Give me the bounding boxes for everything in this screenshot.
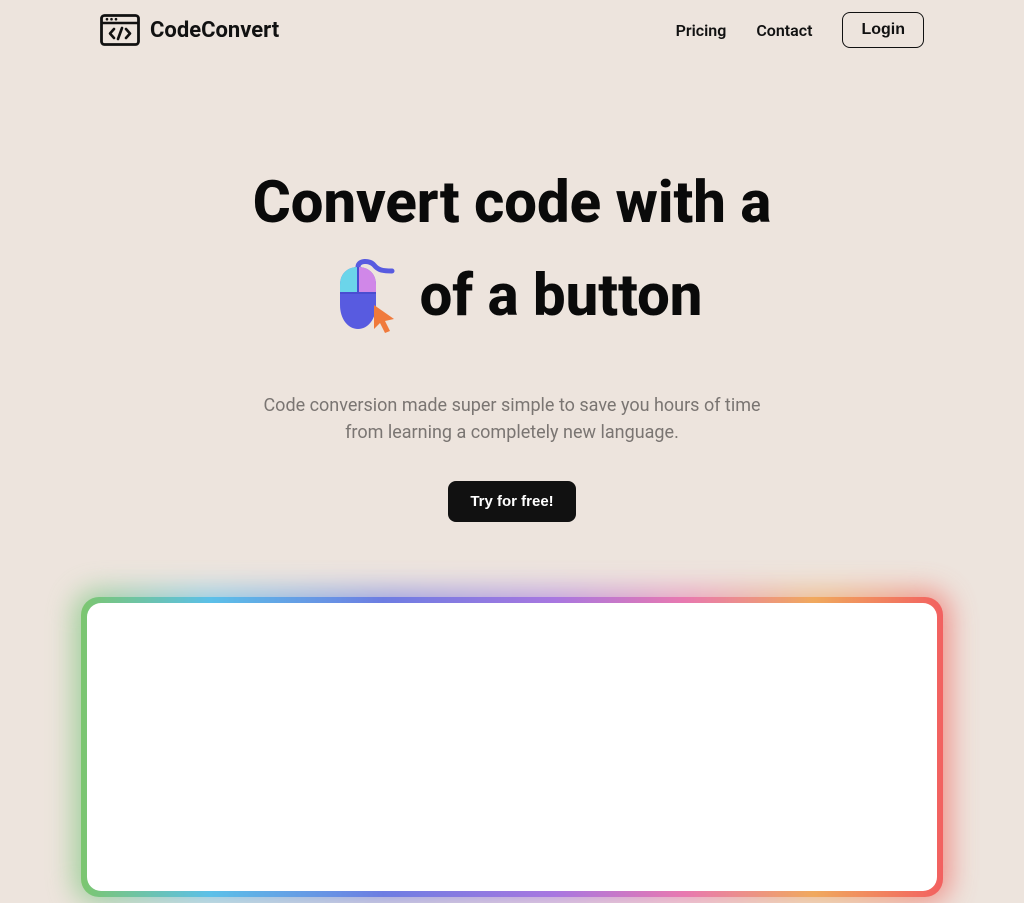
hero-section: Convert code with a: [0, 60, 1024, 897]
nav-pricing[interactable]: Pricing: [676, 21, 727, 40]
mouse-click-icon: [322, 257, 402, 337]
top-nav: CodeConvert Pricing Contact Login: [0, 0, 1024, 60]
hero-line-2-wrap: of a button: [322, 257, 703, 337]
brand[interactable]: CodeConvert: [100, 14, 279, 46]
nav-right: Pricing Contact Login: [676, 12, 924, 48]
try-free-button[interactable]: Try for free!: [448, 481, 575, 522]
hero-line-2: of a button: [420, 263, 703, 330]
code-window-icon: [100, 14, 140, 46]
brand-name: CodeConvert: [150, 18, 279, 43]
hero-sub-2: from learning a completely new language.: [345, 422, 679, 443]
demo-panel-inner: [87, 603, 937, 891]
hero-sub-1: Code conversion made super simple to sav…: [263, 395, 760, 416]
rainbow-border: [81, 597, 943, 897]
hero-line-1: Convert code with a: [253, 170, 772, 237]
hero-subtitle: Code conversion made super simple to sav…: [0, 392, 1024, 446]
demo-panel: [81, 597, 943, 897]
nav-contact[interactable]: Contact: [756, 21, 812, 40]
login-button[interactable]: Login: [842, 12, 924, 48]
hero-title: Convert code with a: [0, 170, 1024, 337]
